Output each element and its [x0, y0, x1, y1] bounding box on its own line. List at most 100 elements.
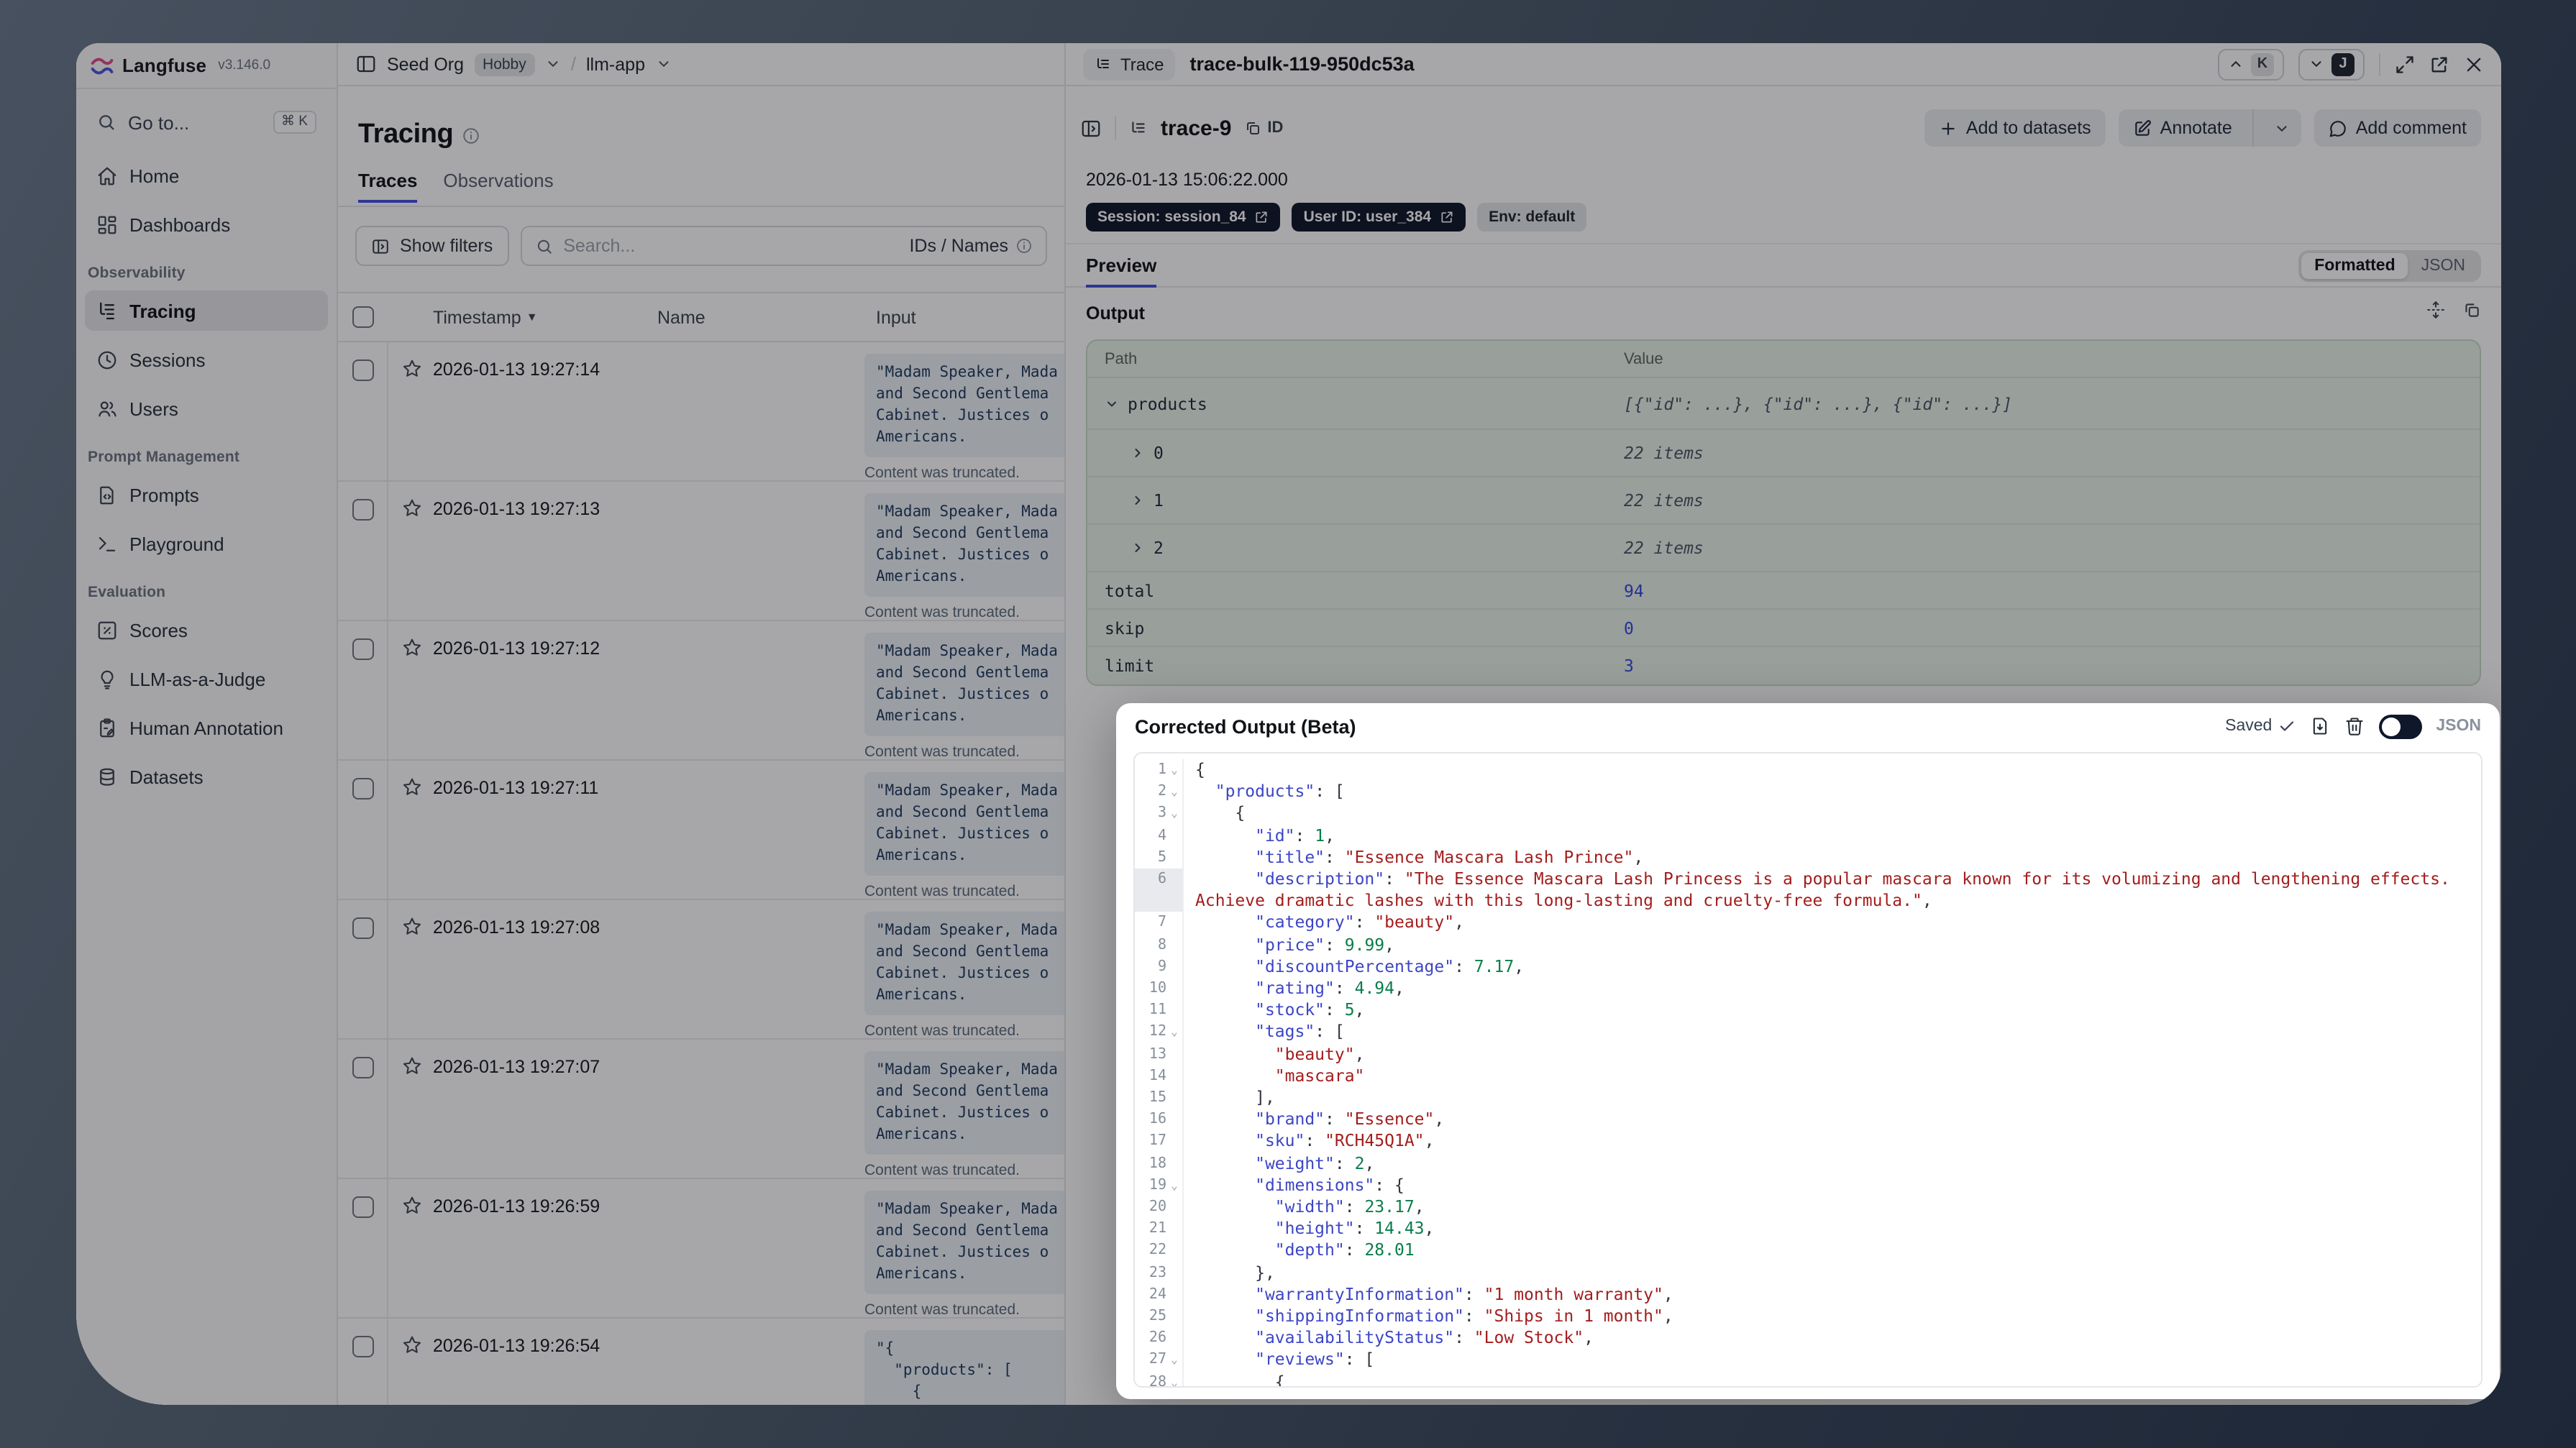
editor-gutter: 10 — [1135, 978, 1184, 1000]
editor-gutter: 1 ⌄ — [1135, 759, 1184, 782]
editor-code-line: "brand": "Essence", — [1255, 1109, 1445, 1129]
editor-code-line: { — [1195, 802, 1246, 823]
fold-chevron-icon[interactable]: ⌄ — [1168, 759, 1181, 781]
editor-code-line: "rating": 4.94, — [1255, 978, 1405, 999]
editor-line-1[interactable]: 1 ⌄ { — [1135, 759, 2481, 782]
editor-gutter: 5 — [1135, 846, 1184, 869]
editor-line-19[interactable]: 19 ⌄ "dimensions": { — [1135, 1174, 2481, 1197]
editor-gutter: 28 ⌄ — [1135, 1371, 1184, 1386]
editor-line-23[interactable]: 23 }, — [1135, 1262, 2481, 1284]
editor-line-6[interactable]: 6 "description": "The Essence Mascara La… — [1135, 869, 2481, 912]
editor-line-5[interactable]: 5 "title": "Essence Mascara Lash Prince"… — [1135, 846, 2481, 869]
editor-gutter: 20 — [1135, 1196, 1184, 1219]
json-view-toggle[interactable] — [2378, 714, 2422, 738]
check-icon — [2280, 721, 2293, 731]
editor-line-15[interactable]: 15 ], — [1135, 1087, 2481, 1109]
editor-line-12[interactable]: 12 ⌄ "tags": [ — [1135, 1021, 2481, 1044]
editor-code-line: "id": 1, — [1255, 825, 1335, 846]
editor-line-2[interactable]: 2 ⌄ "products": [ — [1135, 781, 2481, 803]
editor-line-20[interactable]: 20 "width": 23.17, — [1135, 1196, 2481, 1219]
editor-code-line: "tags": [ — [1255, 1021, 1345, 1042]
editor-line-18[interactable]: 18 "weight": 2, — [1135, 1153, 2481, 1175]
fold-chevron-icon[interactable]: ⌄ — [1168, 1350, 1181, 1371]
editor-line-13[interactable]: 13 "beauty", — [1135, 1043, 2481, 1066]
editor-line-8[interactable]: 8 "price": 9.99, — [1135, 934, 2481, 956]
editor-gutter: 4 — [1135, 825, 1184, 847]
editor-gutter: 27 ⌄ — [1135, 1349, 1184, 1372]
editor-code-line: "category": "beauty", — [1255, 912, 1464, 933]
editor-gutter: 7 — [1135, 912, 1184, 935]
editor-gutter: 24 — [1135, 1283, 1184, 1306]
editor-gutter: 26 — [1135, 1327, 1184, 1350]
editor-line-3[interactable]: 3 ⌄ { — [1135, 802, 2481, 825]
editor-gutter: 21 — [1135, 1218, 1184, 1240]
corrected-output-title: Corrected Output (Beta) — [1135, 715, 1356, 737]
fold-chevron-icon[interactable]: ⌄ — [1168, 781, 1181, 802]
editor-code-line: }, — [1195, 1262, 1275, 1283]
editor-code-line: "stock": 5, — [1255, 999, 1365, 1020]
editor-gutter: 12 ⌄ — [1135, 1021, 1184, 1044]
editor-gutter: 22 — [1135, 1239, 1184, 1263]
editor-gutter: 16 — [1135, 1109, 1184, 1131]
editor-gutter: 19 ⌄ — [1135, 1174, 1184, 1197]
editor-gutter: 15 — [1135, 1087, 1184, 1109]
editor-code-line: "weight": 2, — [1255, 1153, 1375, 1173]
editor-gutter: 2 ⌄ — [1135, 781, 1184, 803]
editor-gutter: 18 — [1135, 1153, 1184, 1175]
editor-line-14[interactable]: 14 "mascara" — [1135, 1065, 2481, 1088]
app-window: Langfuse v3.146.0 Go to... ⌘ K Home Dashb… — [76, 43, 2501, 1405]
editor-code-line: "availabilityStatus": "Low Stock", — [1255, 1327, 1594, 1348]
editor-gutter: 3 ⌄ — [1135, 802, 1184, 825]
desktop-background: Langfuse v3.146.0 Go to... ⌘ K Home Dashb… — [0, 0, 2576, 1448]
editor-code-line: "dimensions": { — [1255, 1174, 1405, 1195]
editor-line-27[interactable]: 27 ⌄ "reviews": [ — [1135, 1349, 2481, 1372]
corrected-output-sheet: Corrected Output (Beta) Saved JSON 1 ⌄ {2 ⌄… — [1116, 703, 2500, 1399]
editor-line-16[interactable]: 16 "brand": "Essence", — [1135, 1109, 2481, 1131]
editor-code-line: "depth": 28.01 — [1274, 1239, 1415, 1260]
editor-line-26[interactable]: 26 "availabilityStatus": "Low Stock", — [1135, 1327, 2481, 1350]
editor-code-line: "width": 23.17, — [1274, 1196, 1425, 1217]
editor-code-line: "sku": "RCH45Q1A", — [1255, 1130, 1435, 1151]
editor-code-line: "price": 9.99, — [1255, 934, 1395, 955]
editor-line-17[interactable]: 17 "sku": "RCH45Q1A", — [1135, 1130, 2481, 1153]
fold-chevron-icon[interactable]: ⌄ — [1168, 803, 1181, 825]
editor-line-4[interactable]: 4 "id": 1, — [1135, 825, 2481, 847]
editor-gutter: 8 — [1135, 934, 1184, 956]
editor-code-line: { — [1195, 759, 1205, 779]
fold-chevron-icon[interactable]: ⌄ — [1168, 1175, 1181, 1196]
editor-code-line: "beauty", — [1274, 1043, 1365, 1064]
editor-code-line: "reviews": [ — [1255, 1349, 1375, 1370]
corrected-output-editor[interactable]: 1 ⌄{2 ⌄ "products": [3 ⌄ {4 "id": 1, 5 "titl… — [1133, 752, 2483, 1388]
editor-code-line: "shippingInformation": "Ships in 1 month… — [1255, 1306, 1673, 1326]
editor-code-line: "description": "The Essence Mascara Lash… — [1195, 869, 2460, 911]
editor-code-line: ], — [1195, 1087, 1275, 1108]
editor-gutter: 25 — [1135, 1306, 1184, 1328]
editor-code-line: "products": [ — [1215, 781, 1345, 802]
editor-line-7[interactable]: 7 "category": "beauty", — [1135, 912, 2481, 935]
editor-code-line: "warrantyInformation": "1 month warranty… — [1255, 1283, 1673, 1304]
editor-line-10[interactable]: 10 "rating": 4.94, — [1135, 978, 2481, 1000]
editor-gutter: 9 — [1135, 956, 1184, 979]
editor-line-21[interactable]: 21 "height": 14.43, — [1135, 1218, 2481, 1240]
json-toggle-label: JSON — [2436, 718, 2481, 735]
trash-icon[interactable] — [2344, 716, 2364, 736]
editor-line-24[interactable]: 24 "warrantyInformation": "1 month warra… — [1135, 1283, 2481, 1306]
export-file-icon[interactable] — [2309, 716, 2329, 736]
editor-code-line: "height": 14.43, — [1274, 1218, 1435, 1239]
editor-code-line: "title": "Essence Mascara Lash Prince", — [1255, 846, 1644, 867]
editor-gutter: 11 — [1135, 999, 1184, 1022]
editor-code-line: "discountPercentage": 7.17, — [1255, 956, 1525, 976]
editor-gutter: 13 — [1135, 1043, 1184, 1066]
editor-line-9[interactable]: 9 "discountPercentage": 7.17, — [1135, 956, 2481, 979]
fold-chevron-icon[interactable]: ⌄ — [1168, 1022, 1181, 1043]
saved-status: Saved — [2225, 718, 2295, 735]
editor-gutter: 6 — [1135, 869, 1184, 912]
editor-code-line: "mascara" — [1274, 1065, 1365, 1086]
editor-line-25[interactable]: 25 "shippingInformation": "Ships in 1 mo… — [1135, 1306, 2481, 1328]
editor-line-28[interactable]: 28 ⌄ { — [1135, 1371, 2481, 1386]
editor-line-11[interactable]: 11 "stock": 5, — [1135, 999, 2481, 1022]
editor-line-22[interactable]: 22 "depth": 28.01 — [1135, 1239, 2481, 1263]
fold-chevron-icon[interactable]: ⌄ — [1168, 1371, 1181, 1386]
editor-gutter: 17 — [1135, 1130, 1184, 1153]
editor-gutter: 23 — [1135, 1262, 1184, 1284]
